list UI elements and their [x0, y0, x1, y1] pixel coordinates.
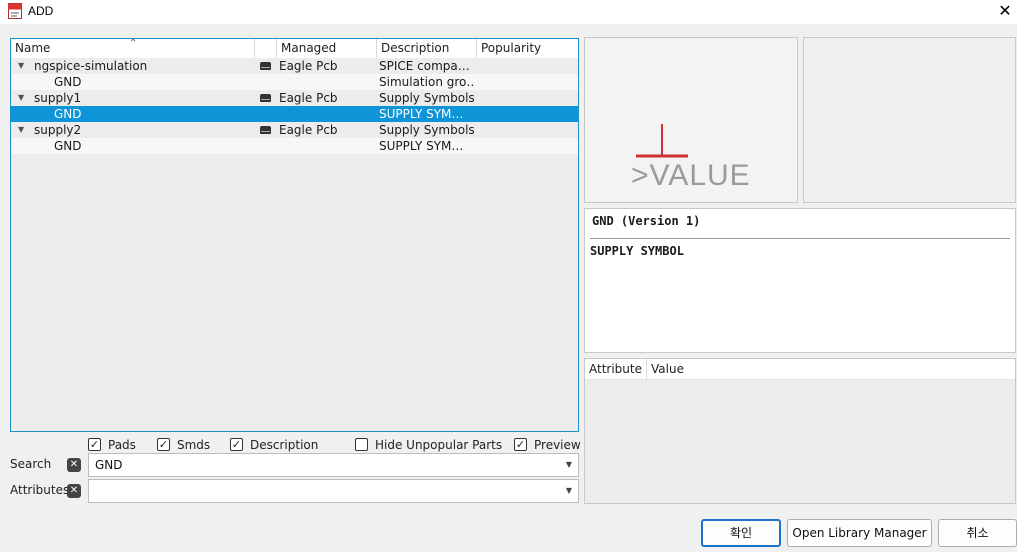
tree-row-name: supply1	[34, 91, 82, 105]
managed-folder-icon	[260, 62, 271, 70]
tree-row-popularity	[481, 58, 577, 74]
preview-checkbox[interactable]: ✓	[514, 438, 527, 451]
attributes-label: Attributes	[10, 483, 70, 497]
schematic-app-icon	[8, 3, 22, 19]
close-icon[interactable]: ✕	[995, 2, 1015, 22]
tree-row-folder	[279, 138, 375, 154]
tree-row[interactable]: GND Simulation gro…	[11, 74, 578, 90]
tree-row-folder: Eagle Pcb	[279, 91, 338, 105]
tree-header: Name ⌃ Managed Folder Description Popula…	[11, 39, 578, 73]
tree-row-name: supply2	[34, 123, 82, 137]
open-library-manager-button[interactable]: Open Library Manager	[787, 519, 932, 547]
tree-row-popularity	[481, 74, 577, 90]
description-label: Description	[250, 438, 319, 452]
tree-row-folder: Eagle Pcb	[279, 123, 338, 137]
column-header-description[interactable]: Description	[377, 39, 477, 58]
tree-row-description: Supply Symbols	[379, 91, 475, 105]
tree-row-description: Supply Symbols	[379, 123, 475, 137]
search-label: Search	[10, 457, 52, 471]
tree-row[interactable]: GND SUPPLY SYM…	[11, 138, 578, 154]
tree-row-folder	[279, 106, 375, 122]
symbol-preview: >VALUE	[584, 37, 798, 203]
managed-folder-icon	[260, 126, 271, 134]
hide-unpopular-checkbox[interactable]	[355, 438, 368, 451]
cancel-button[interactable]: 취소	[938, 519, 1017, 547]
tree-row-name: GND	[54, 75, 82, 89]
column-header-attribute[interactable]: Attribute	[585, 359, 647, 380]
attributes-input[interactable]: ▼	[88, 479, 579, 503]
description-option[interactable]: ✓ Description	[230, 437, 330, 453]
hide-unpopular-option[interactable]: Hide Unpopular Parts	[355, 437, 505, 453]
tree-row-description: SUPPLY SYM…	[379, 107, 464, 121]
tree-row-folder: Eagle Pcb	[279, 59, 338, 73]
tree-row-popularity	[481, 90, 577, 106]
divider	[590, 238, 1010, 239]
tree-row[interactable]: ▼ supply1 Eagle Pcb Supply Symbols	[11, 90, 578, 106]
managed-folder-icon	[260, 94, 271, 102]
smds-label: Smds	[177, 438, 211, 452]
sort-caret-icon: ⌃	[129, 38, 138, 49]
tree-row-name: ngspice-simulation	[34, 59, 148, 73]
part-description-panel: GND (Version 1) SUPPLY SYMBOL	[584, 208, 1016, 353]
pads-checkbox[interactable]: ✓	[88, 438, 101, 451]
column-header-name[interactable]: Name ⌃	[11, 39, 255, 58]
pads-label: Pads	[108, 438, 136, 452]
search-input[interactable]: GND ▼	[88, 453, 579, 477]
expand-toggle-icon[interactable]: ▼	[18, 58, 24, 74]
column-header-popularity[interactable]: Popularity	[477, 39, 578, 58]
tree-row-description: Simulation gro…	[379, 75, 475, 89]
description-checkbox[interactable]: ✓	[230, 438, 243, 451]
tree-row-description: SPICE compa…	[379, 59, 470, 73]
tree-row-popularity	[481, 122, 577, 138]
clear-attributes-icon[interactable]: ✕	[67, 484, 81, 498]
pads-option[interactable]: ✓ Pads	[88, 437, 148, 453]
column-header-managed-icon[interactable]	[255, 39, 277, 58]
tree-row-description: SUPPLY SYM…	[379, 139, 464, 153]
parts-tree[interactable]: Name ⌃ Managed Folder Description Popula…	[10, 38, 579, 432]
column-header-value[interactable]: Value	[647, 359, 847, 380]
package-preview	[803, 37, 1016, 203]
search-value: GND	[95, 458, 123, 472]
column-header-managed-folder[interactable]: Managed Folder	[277, 39, 377, 73]
tree-row-name: GND	[54, 107, 82, 121]
attribute-table[interactable]: Attribute Value	[584, 358, 1016, 504]
window-title: ADD	[28, 4, 54, 18]
tree-row[interactable]: ▼ ngspice-simulation Eagle Pcb SPICE compa…	[11, 58, 578, 74]
chevron-down-icon[interactable]: ▼	[566, 486, 572, 495]
part-description: SUPPLY SYMBOL	[590, 244, 684, 258]
tree-row-name: GND	[54, 139, 82, 153]
clear-search-icon[interactable]: ✕	[67, 458, 81, 472]
tree-row-folder	[279, 74, 375, 90]
title-bar: ADD ✕	[0, 0, 1017, 24]
hide-unpopular-label: Hide Unpopular Parts	[375, 438, 503, 452]
symbol-value-text: >VALUE	[631, 159, 751, 192]
tree-row-popularity	[481, 138, 577, 154]
preview-label: Preview	[534, 438, 581, 452]
preview-option[interactable]: ✓ Preview	[514, 437, 581, 453]
part-title: GND (Version 1)	[592, 214, 701, 228]
attribute-table-header: Attribute Value	[585, 359, 1015, 380]
smds-option[interactable]: ✓ Smds	[157, 437, 217, 453]
tree-row[interactable]: ▼ supply2 Eagle Pcb Supply Symbols	[11, 122, 578, 138]
column-name-label: Name	[15, 41, 51, 55]
tree-row[interactable]: GND SUPPLY SYM…	[11, 106, 578, 122]
expand-toggle-icon[interactable]: ▼	[18, 90, 24, 106]
expand-toggle-icon[interactable]: ▼	[18, 122, 24, 138]
smds-checkbox[interactable]: ✓	[157, 438, 170, 451]
chevron-down-icon[interactable]: ▼	[566, 460, 572, 469]
ok-button[interactable]: 확인	[701, 519, 781, 547]
tree-row-popularity	[481, 106, 577, 122]
